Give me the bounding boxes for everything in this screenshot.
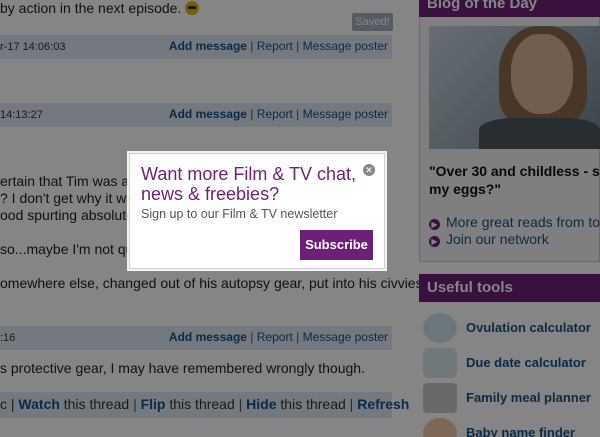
page: by action in the next episode. Saved! r-… <box>0 0 600 437</box>
modal-title: Want more Film & TV chat, news & freebie… <box>141 164 357 204</box>
newsletter-modal: Want more Film & TV chat, news & freebie… <box>129 153 385 269</box>
modal-subtitle: Sign up to our Film & TV newsletter <box>141 207 338 221</box>
close-icon[interactable]: ✕ <box>363 164 375 176</box>
subscribe-button[interactable]: Subscribe <box>300 230 373 260</box>
